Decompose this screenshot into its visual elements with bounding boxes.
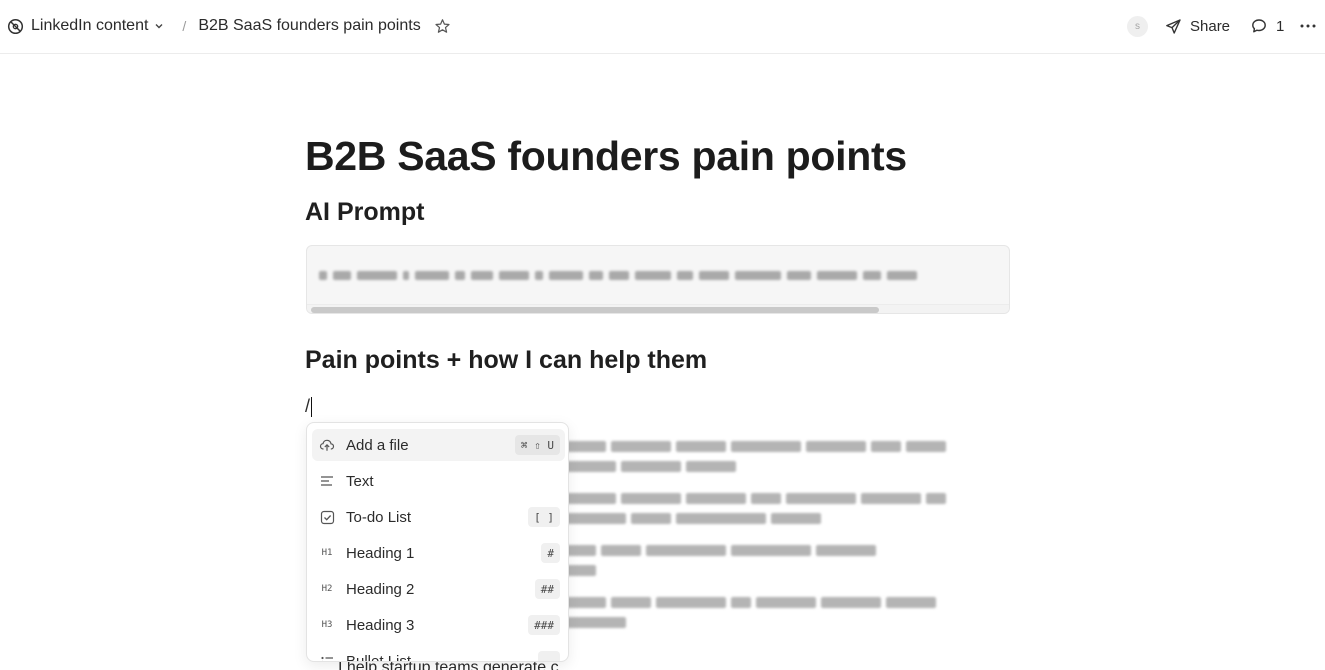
- slash-text: /: [305, 396, 311, 416]
- workspace-icon[interactable]: [6, 17, 24, 35]
- shortcut-hint: #: [541, 543, 560, 563]
- menu-item-bullet-list[interactable]: Bullet List: [312, 645, 565, 662]
- menu-item-label: To-do List: [346, 508, 412, 526]
- heading-1-icon: H1: [321, 548, 333, 558]
- blurred-list-content: [566, 440, 986, 648]
- heading-3-icon: H3: [321, 620, 333, 630]
- shortcut-hint: ⌘ ⇧ U: [514, 435, 560, 455]
- breadcrumb: LinkedIn content / B2B SaaS founders pai…: [6, 14, 452, 38]
- heading-2-icon: H2: [321, 584, 333, 594]
- breadcrumb-separator: /: [182, 18, 187, 34]
- menu-item-label: Bullet List: [346, 652, 412, 662]
- menu-item-heading-3[interactable]: H3 Heading 3 ###: [312, 609, 565, 641]
- section-heading-ai-prompt[interactable]: AI Prompt: [305, 198, 424, 227]
- shortcut-hint: [538, 651, 560, 661]
- code-block[interactable]: [306, 245, 1010, 314]
- menu-item-todo-list[interactable]: To-do List [ ]: [312, 501, 565, 533]
- comment-count: 1: [1276, 17, 1285, 35]
- menu-item-add-file[interactable]: Add a file ⌘ ⇧ U: [312, 429, 565, 461]
- menu-item-label: Heading 3: [346, 616, 415, 634]
- share-label: Share: [1190, 17, 1231, 35]
- workspace-name[interactable]: LinkedIn content: [31, 17, 148, 35]
- share-button[interactable]: Share: [1165, 15, 1230, 37]
- blurred-code-text: [319, 268, 1009, 282]
- comment-icon: [1252, 19, 1266, 33]
- checkbox-icon: [319, 509, 335, 525]
- avatar[interactable]: s: [1127, 16, 1148, 37]
- page-title[interactable]: B2B SaaS founders pain points: [305, 133, 907, 180]
- section-heading-pain-points[interactable]: Pain points + how I can help them: [305, 346, 707, 375]
- scrollbar-thumb[interactable]: [311, 307, 879, 313]
- text-align-icon: [319, 473, 335, 489]
- more-options-icon[interactable]: [1299, 15, 1317, 37]
- page-breadcrumb[interactable]: B2B SaaS founders pain points: [198, 17, 420, 35]
- menu-item-text[interactable]: Text: [312, 465, 565, 497]
- shortcut-hint: ###: [528, 615, 560, 635]
- shortcut-hint: [ ]: [528, 507, 560, 527]
- menu-item-heading-2[interactable]: H2 Heading 2 ##: [312, 573, 565, 605]
- slash-command-line[interactable]: /: [305, 396, 313, 417]
- menu-item-label: Text: [346, 472, 374, 490]
- upload-cloud-icon: [319, 437, 335, 453]
- text-cursor: [311, 396, 313, 417]
- star-icon[interactable]: [434, 17, 452, 35]
- menu-item-label: Heading 2: [346, 580, 415, 598]
- slash-command-menu: Add a file ⌘ ⇧ U Text To-do List [ ] H1 …: [306, 422, 569, 662]
- bullet-list-icon: [319, 653, 335, 661]
- menu-item-label: Add a file: [346, 436, 409, 454]
- chevron-down-icon[interactable]: [154, 20, 166, 32]
- send-icon: [1166, 18, 1181, 34]
- shortcut-hint: ##: [534, 579, 560, 599]
- comments-button[interactable]: 1: [1251, 15, 1284, 37]
- horizontal-scrollbar[interactable]: [307, 304, 1009, 313]
- menu-item-label: Heading 1: [346, 544, 415, 562]
- menu-item-heading-1[interactable]: H1 Heading 1 #: [312, 537, 565, 569]
- top-bar: LinkedIn content / B2B SaaS founders pai…: [0, 0, 1325, 54]
